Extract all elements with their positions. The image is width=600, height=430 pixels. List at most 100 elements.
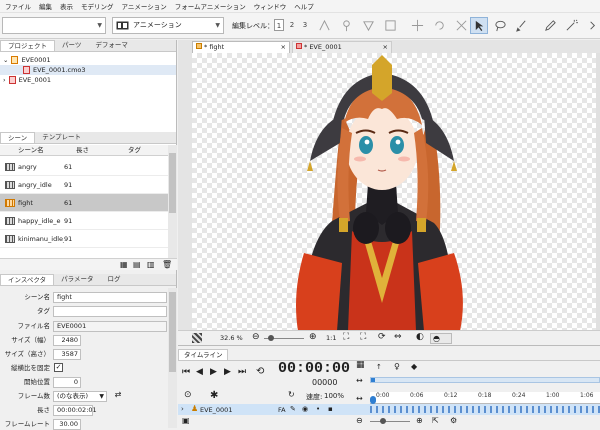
eyedropper-tool-button[interactable] xyxy=(541,17,559,34)
swap-icon[interactable]: ⇄ xyxy=(112,390,124,402)
track-keyframes[interactable] xyxy=(370,406,600,413)
export-scene-icon[interactable]: ▥ xyxy=(147,260,155,269)
scene-scrollbar[interactable] xyxy=(168,145,177,258)
tab-log[interactable]: ログ xyxy=(100,274,127,285)
menu-form-animation[interactable]: フォームアニメーション xyxy=(175,1,246,11)
col-scene-name[interactable]: シーン名 xyxy=(18,145,44,156)
select-tool-button[interactable] xyxy=(470,17,488,34)
zoom-slider[interactable] xyxy=(264,335,304,341)
menu-help[interactable]: ヘルプ xyxy=(294,1,314,11)
col-tag[interactable]: タグ xyxy=(128,145,141,156)
canvas-area[interactable] xyxy=(192,53,596,331)
mode-dropdown[interactable]: アニメーション ▼ xyxy=(112,17,224,34)
table-row[interactable]: happy_idle_e 91 xyxy=(0,212,168,230)
menu-file[interactable]: ファイル xyxy=(5,1,31,11)
snap-icon[interactable]: ⇱ xyxy=(432,416,439,425)
key-tool-button[interactable] xyxy=(337,17,355,34)
eye-icon[interactable]: ◉ xyxy=(302,405,308,413)
go-end-icon[interactable]: ⏭ xyxy=(238,367,246,377)
height-input[interactable]: 3587 xyxy=(53,349,81,360)
wand-tool-button[interactable] xyxy=(562,17,580,34)
tab-scene[interactable]: シーン xyxy=(0,132,36,143)
expand-range-icon[interactable]: ↔ xyxy=(356,376,363,385)
trash-icon[interactable]: 🗑 xyxy=(162,260,172,269)
length-input[interactable]: 00:00:02:01 xyxy=(53,405,97,416)
tab-project[interactable]: プロジェクト xyxy=(0,40,55,51)
inspector-scrollbar[interactable] xyxy=(168,288,177,428)
table-row[interactable]: fight 61 xyxy=(0,194,168,212)
timeline-grid-icon[interactable]: ▦ xyxy=(356,360,365,370)
frame-rate-input[interactable]: 30.00 xyxy=(53,419,81,430)
tab-deformer[interactable]: デフォーマ xyxy=(88,40,135,51)
timeline-ruler[interactable]: 0:00 0:06 0:12 0:18 0:24 1:00 1:06 xyxy=(370,392,600,404)
tab-timeline[interactable]: タイムライン xyxy=(178,349,228,360)
zoom-out-icon[interactable]: ⊖ xyxy=(252,332,260,342)
edit-level-3[interactable]: 3 xyxy=(300,19,310,31)
track-row[interactable]: › ♟ EVE_0001 FA ✎ ◉ • ▪ xyxy=(178,404,600,415)
tab-fight[interactable]: * fight × xyxy=(192,41,290,53)
table-row[interactable]: angry_idle 91 xyxy=(0,176,168,194)
lock-icon[interactable]: ▪ xyxy=(328,405,333,413)
keyframe-icon[interactable]: ✱ xyxy=(210,390,218,401)
brush-tool-button[interactable] xyxy=(512,17,530,34)
edit-level-1[interactable]: 1 xyxy=(274,19,284,31)
frame-count-select[interactable]: (のな表示) ▼ xyxy=(53,391,107,402)
tool-c-button[interactable] xyxy=(452,17,470,34)
menu-animation[interactable]: アニメーション xyxy=(122,1,167,11)
rotate-icon[interactable]: ⟳ xyxy=(378,332,386,342)
eraser-icon[interactable]: ◆ xyxy=(411,362,417,371)
close-icon[interactable]: × xyxy=(281,42,286,53)
sync-icon[interactable]: ↻ xyxy=(288,390,295,399)
display-mode-select[interactable]: ◓ xyxy=(430,333,452,344)
extra-tool-button[interactable] xyxy=(381,17,399,34)
play-icon[interactable]: ▶ xyxy=(210,367,217,377)
tag-input[interactable] xyxy=(53,306,167,317)
menu-view[interactable]: 表示 xyxy=(60,1,73,11)
expand-range-icon[interactable]: ↔ xyxy=(356,394,363,403)
tab-model[interactable]: * EVE_0001 × xyxy=(292,41,392,53)
fit-width-icon[interactable]: ⛶ xyxy=(360,332,366,342)
speed-value[interactable]: 100% xyxy=(324,392,344,400)
copy-scene-icon[interactable]: ▤ xyxy=(133,260,141,269)
tree-item[interactable]: › EVE_0001 xyxy=(0,75,176,85)
menu-edit[interactable]: 編集 xyxy=(39,1,52,11)
timeline-zoom-slider[interactable] xyxy=(370,418,410,424)
menu-modeling[interactable]: モデリング xyxy=(81,1,114,11)
zoom-value[interactable]: 32.6 % xyxy=(220,334,243,342)
viewer-scrollbar[interactable] xyxy=(596,53,600,331)
fit-icon[interactable]: ⛶ xyxy=(343,332,349,342)
close-icon[interactable]: × xyxy=(383,42,388,53)
add-scene-icon[interactable]: ▦ xyxy=(120,260,128,269)
scene-name-input[interactable]: fight xyxy=(53,292,167,303)
settings-icon[interactable]: ⚙ xyxy=(450,416,457,425)
range-bar[interactable] xyxy=(370,377,600,383)
menu-window[interactable]: ウィンドウ xyxy=(254,1,287,11)
visibility-icon[interactable]: ◐ xyxy=(416,332,424,342)
pin-icon[interactable]: ♀ xyxy=(394,362,400,371)
zoom-in-icon[interactable]: ⊕ xyxy=(309,332,317,342)
deform-tool-button[interactable] xyxy=(315,17,333,34)
col-length[interactable]: 長さ xyxy=(76,145,89,156)
ratio-button[interactable]: 1:1 xyxy=(326,334,336,342)
loop-icon[interactable]: ⟲ xyxy=(256,366,264,377)
playhead[interactable] xyxy=(370,396,376,404)
go-start-icon[interactable]: ⏮ xyxy=(182,367,190,377)
table-row[interactable]: angry 61 xyxy=(0,158,168,176)
more-tools-button[interactable] xyxy=(583,17,600,34)
step-forward-icon[interactable]: ▶ xyxy=(224,367,231,377)
playback-options-icon[interactable]: ⊙ xyxy=(184,390,192,400)
dot-icon[interactable]: • xyxy=(316,405,320,413)
width-input[interactable]: 2480 xyxy=(53,335,81,346)
zoom-out-icon[interactable]: ⊖ xyxy=(356,416,363,425)
tab-inspector[interactable]: インスペクタ xyxy=(0,274,55,285)
step-back-icon[interactable]: ◀ xyxy=(196,367,203,377)
table-row[interactable]: kinimanu_idle_e91 xyxy=(0,230,168,248)
lasso-tool-button[interactable] xyxy=(491,17,509,34)
start-position-input[interactable]: 0 xyxy=(53,377,81,388)
workspace-dropdown[interactable]: ▼ xyxy=(2,17,106,34)
tree-item[interactable]: ⌄ EVE0001 xyxy=(0,55,176,65)
tab-template[interactable]: テンプレート xyxy=(35,132,88,143)
mark-icon[interactable]: ↑ xyxy=(376,363,382,371)
edit-icon[interactable]: ✎ xyxy=(290,405,296,413)
folder-icon[interactable]: ▣ xyxy=(182,416,190,425)
